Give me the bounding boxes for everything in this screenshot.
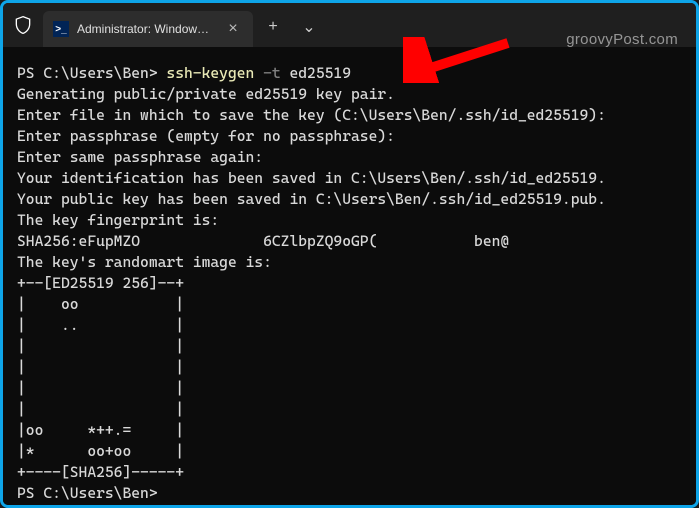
randomart-line: |* oo+oo | [17, 442, 184, 460]
prompt-line-1: PS C:\Users\Ben> ssh-keygen -t ed25519 [17, 64, 351, 82]
output-line: Enter passphrase (empty for no passphras… [17, 127, 395, 145]
randomart-line: | | [17, 358, 184, 376]
randomart-line: | | [17, 379, 184, 397]
randomart-line: | | [17, 337, 184, 355]
watermark-text: groovyPost.com [566, 31, 678, 48]
output-line: The key's randomart image is: [17, 253, 272, 271]
powershell-icon: >_ [53, 21, 69, 37]
tab-title: Administrator: Windows Powe [77, 22, 215, 36]
randomart-line: | | [17, 400, 184, 418]
prompt-line-2: PS C:\Users\Ben> [17, 484, 158, 502]
output-line: SHA256:eFupMZO 6CZlbpZQ9oGP( ben@ [17, 232, 509, 250]
randomart-line: |oo *++.= | [17, 421, 184, 439]
window-frame: >_ Administrator: Windows Powe × + ⌄ PS … [0, 0, 699, 508]
randomart-line: +--[ED25519 256]--+ [17, 274, 184, 292]
output-line: Enter same passphrase again: [17, 148, 263, 166]
output-line: Generating public/private ed25519 key pa… [17, 85, 395, 103]
terminal-output[interactable]: PS C:\Users\Ben> ssh-keygen -t ed25519 G… [3, 47, 696, 505]
randomart-line: +----[SHA256]-----+ [17, 463, 184, 481]
new-tab-button[interactable]: + [257, 11, 289, 43]
randomart-line: | oo | [17, 295, 184, 313]
tab-powershell[interactable]: >_ Administrator: Windows Powe × [43, 11, 253, 47]
output-line: Enter file in which to save the key (C:\… [17, 106, 606, 124]
randomart-line: | .. | [17, 316, 184, 334]
output-line: Your public key has been saved in C:\Use… [17, 190, 606, 208]
output-line: Your identification has been saved in C:… [17, 169, 606, 187]
tab-dropdown-button[interactable]: ⌄ [293, 11, 325, 43]
close-icon[interactable]: × [223, 20, 243, 38]
shield-icon [13, 15, 33, 35]
output-line: The key fingerprint is: [17, 211, 219, 229]
